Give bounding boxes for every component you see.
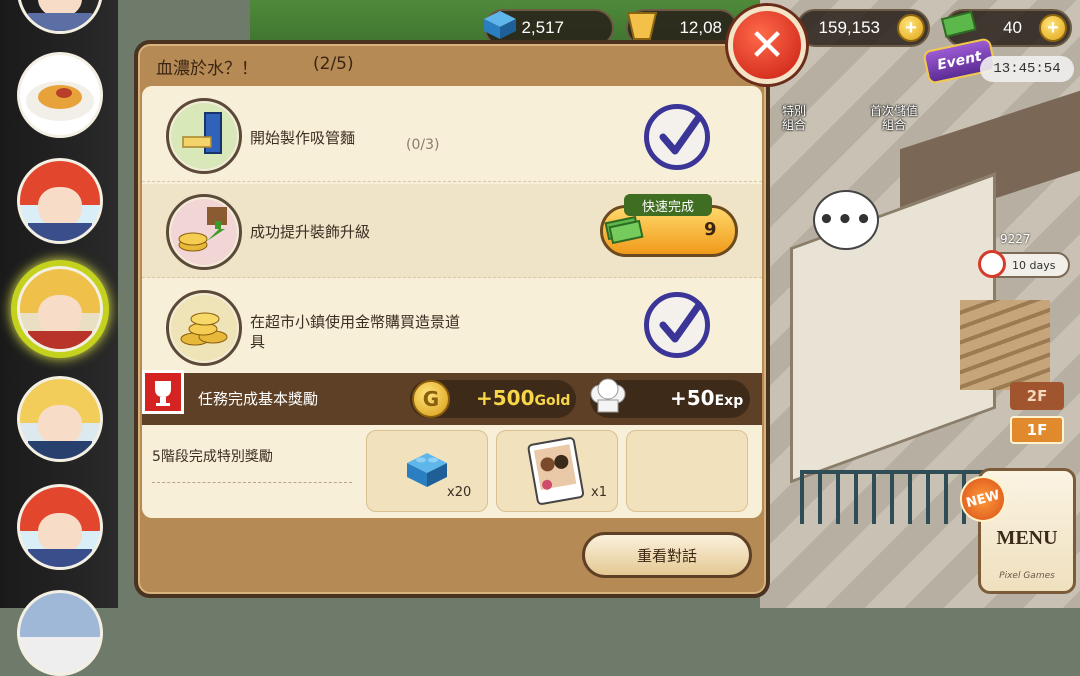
- bricks-value: 2,517: [521, 18, 564, 37]
- reward-qty: x20: [447, 485, 472, 500]
- quick-complete-cost: 9: [704, 219, 717, 240]
- pasta-icon: [626, 12, 658, 40]
- first-topup-bundle-label[interactable]: 首次儲值 組合: [862, 104, 926, 132]
- cash-bundle-icon: [604, 215, 644, 244]
- review-dialogue-button[interactable]: 重看對話: [582, 532, 752, 578]
- pasta-dish-avatar[interactable]: [17, 52, 103, 138]
- gold-reward-amount: +500: [476, 386, 535, 410]
- coins-upgrade-icon: [166, 194, 242, 270]
- menu-label: MENU: [996, 527, 1058, 549]
- task-row: 在超市小鎮使用金幣購買造景道具: [142, 280, 762, 372]
- cash-icon: [940, 10, 977, 38]
- basic-reward-label: 任務完成基本獎勵: [198, 390, 319, 408]
- blonde-character-avatar[interactable]: [17, 266, 103, 352]
- chef-hat-icon: [590, 378, 626, 413]
- reward-qty: x1: [591, 485, 607, 500]
- days-badge[interactable]: 10 days: [978, 250, 1070, 278]
- divider: [152, 482, 352, 483]
- exp-reward-unit: Exp: [714, 393, 744, 409]
- task-progress-count: (0/3): [406, 137, 440, 153]
- checkmark-icon: [644, 292, 710, 358]
- quick-complete-label: 快速完成: [624, 194, 712, 216]
- character-avatar[interactable]: [17, 0, 103, 34]
- cash-counter: 40 +: [940, 9, 1072, 47]
- clock-icon: [978, 250, 1006, 278]
- quest-progress: (2/5): [313, 54, 354, 74]
- blue-brick-icon: [407, 453, 447, 487]
- add-cash-button[interactable]: +: [1039, 14, 1067, 42]
- item-count-label: 9227: [1000, 232, 1031, 246]
- event-timer: 13:45:54: [980, 56, 1074, 82]
- stairs: [960, 300, 1050, 390]
- days-badge-text: 10 days: [1012, 258, 1056, 272]
- close-icon: ✕: [748, 19, 786, 71]
- task-text: 成功提升裝飾升級: [250, 223, 371, 241]
- task-text: 在超市小鎮使用金幣購買造景道具: [250, 313, 461, 351]
- speech-bubble-icon[interactable]: •••: [815, 192, 877, 248]
- checkmark-icon: [644, 104, 710, 170]
- photo-card-icon: [527, 437, 585, 505]
- menu-brand: Pixel Games: [999, 571, 1055, 581]
- reward-slot-empty: [626, 430, 748, 512]
- blond-boy-character-avatar[interactable]: [17, 376, 103, 462]
- gold-coin-icon: G: [412, 380, 450, 418]
- reward-slot[interactable]: x20: [366, 430, 488, 512]
- blue-brick-icon: [484, 11, 516, 39]
- floor-1f-button[interactable]: 1F: [1010, 416, 1064, 444]
- character-avatar-bottom[interactable]: [17, 590, 103, 676]
- special-reward-label: 5階段完成特別獎勵: [152, 449, 273, 465]
- special-bundle-label[interactable]: 特別 組合: [772, 104, 816, 132]
- task-text: 開始製作吸管麵: [250, 129, 356, 147]
- floor-2f-button[interactable]: 2F: [1010, 382, 1064, 410]
- add-gold-button[interactable]: +: [897, 14, 925, 42]
- quest-title: 血濃於水？！: [156, 59, 258, 79]
- redhair-character-avatar-2[interactable]: [17, 484, 103, 570]
- close-button[interactable]: ✕: [728, 6, 806, 84]
- redhair-character-avatar[interactable]: [17, 158, 103, 244]
- exp-reward-value: +50Exp: [670, 386, 743, 410]
- pasta-dish-icon: [26, 81, 94, 121]
- trophy-icon: [142, 370, 184, 414]
- pasta-value: 12,08: [679, 18, 722, 37]
- pasta-box-icon: [166, 98, 242, 174]
- gold-coins-icon: [166, 290, 242, 366]
- exp-reward-amount: +50: [670, 386, 715, 410]
- gold-reward-value: +500Gold: [476, 386, 570, 410]
- gold-reward-unit: Gold: [534, 393, 571, 409]
- task-row: 開始製作吸管麵: [142, 88, 762, 182]
- gold-value: 159,153: [818, 18, 880, 37]
- reward-slot[interactable]: x1: [496, 430, 618, 512]
- character-rail: [0, 0, 118, 676]
- cash-value: 40: [1003, 18, 1022, 37]
- gold-counter: 159,153 +: [796, 9, 930, 47]
